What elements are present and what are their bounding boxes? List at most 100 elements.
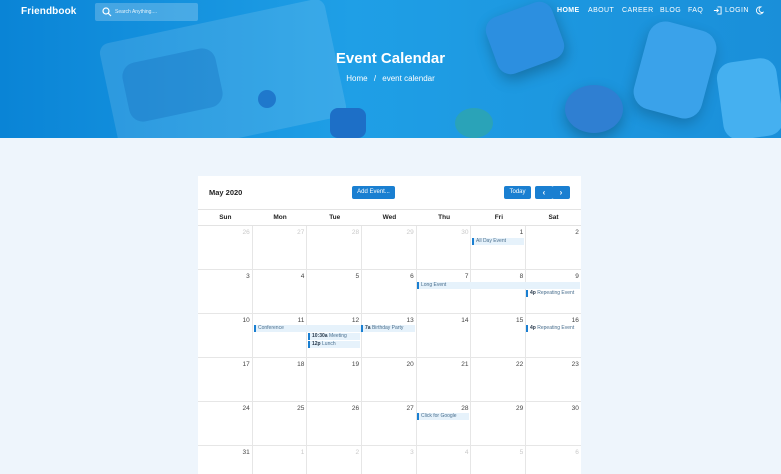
- day-cell[interactable]: 28: [417, 402, 472, 446]
- day-cell[interactable]: 28: [307, 226, 363, 270]
- login-icon[interactable]: [713, 6, 722, 15]
- day-cell[interactable]: 1: [253, 446, 308, 474]
- day-cell[interactable]: 3: [198, 270, 253, 314]
- day-number: 15: [515, 317, 524, 324]
- add-event-button[interactable]: Add Event...: [352, 186, 395, 199]
- day-number: 8: [519, 273, 524, 280]
- calendar-grid: Sun Mon Tue Wed Thu Fri Sat 26 27 28 29 …: [198, 209, 581, 474]
- day-cell[interactable]: 6: [362, 270, 417, 314]
- hero-decoration: [714, 56, 781, 138]
- day-cell[interactable]: 16: [526, 314, 581, 358]
- day-number: 30: [461, 229, 469, 236]
- day-cell[interactable]: 22: [472, 358, 527, 402]
- day-number: 19: [351, 361, 360, 368]
- calendar-card: May 2020 Add Event... Today ‹ › Sun Mon …: [198, 176, 581, 474]
- day-number: 28: [461, 405, 469, 412]
- weekday-label: Sun: [219, 214, 232, 221]
- day-number: 24: [242, 405, 250, 412]
- day-cell[interactable]: 4: [253, 270, 308, 314]
- hero-decoration: [258, 90, 276, 108]
- day-cell[interactable]: 13: [362, 314, 417, 358]
- day-cell[interactable]: 2: [526, 226, 581, 270]
- event-time: 12p: [312, 341, 321, 347]
- event-meeting[interactable]: 10:30a Meeting: [308, 333, 360, 340]
- hero-decoration: [330, 108, 366, 138]
- event-long[interactable]: Long Event: [417, 282, 580, 289]
- day-number: 20: [406, 361, 414, 368]
- nav-home[interactable]: HOME: [557, 7, 580, 14]
- event-google-link[interactable]: Click for Google: [417, 413, 469, 420]
- day-cell[interactable]: 3: [362, 446, 417, 474]
- day-cell[interactable]: 21: [417, 358, 472, 402]
- search-input[interactable]: [115, 5, 195, 19]
- calendar-week: 3 4 5 6 7 8 9 Long Event 4p Repeating Ev…: [198, 270, 581, 314]
- event-time: 10:30a: [312, 333, 328, 339]
- day-cell[interactable]: 5: [472, 446, 527, 474]
- day-cell[interactable]: 24: [198, 402, 253, 446]
- day-number: 27: [406, 405, 414, 412]
- weekday-label: Sat: [548, 214, 559, 221]
- event-birthday[interactable]: 7a Birthday Party: [361, 325, 415, 332]
- event-all-day[interactable]: All Day Event: [472, 238, 524, 245]
- day-number: 21: [461, 361, 469, 368]
- day-cell[interactable]: 19: [307, 358, 363, 402]
- day-cell[interactable]: 7: [417, 270, 472, 314]
- day-cell[interactable]: 14: [417, 314, 472, 358]
- day-number: 16: [571, 317, 579, 324]
- day-cell[interactable]: 30: [417, 226, 472, 270]
- day-number: 5: [519, 449, 524, 456]
- day-cell[interactable]: 30: [526, 402, 581, 446]
- day-number: 4: [300, 273, 305, 280]
- day-cell[interactable]: 20: [362, 358, 417, 402]
- day-cell[interactable]: 10: [198, 314, 253, 358]
- logo[interactable]: Friendbook: [21, 6, 76, 17]
- event-time: 7a: [365, 325, 371, 331]
- prev-month-button[interactable]: ‹: [535, 186, 553, 199]
- search-box[interactable]: [95, 3, 198, 21]
- calendar-week: 26 27 28 29 30 1 2 All Day Event: [198, 226, 581, 270]
- breadcrumb-home[interactable]: Home: [346, 74, 367, 83]
- day-cell[interactable]: 5: [307, 270, 363, 314]
- nav-career[interactable]: CAREER: [622, 7, 654, 14]
- day-number: 9: [575, 273, 579, 280]
- event-conference[interactable]: Conference: [254, 325, 361, 332]
- day-cell[interactable]: 27: [362, 402, 417, 446]
- day-cell[interactable]: 29: [472, 402, 527, 446]
- day-cell[interactable]: 23: [526, 358, 581, 402]
- day-cell[interactable]: 6: [526, 446, 581, 474]
- day-cell[interactable]: 26: [198, 226, 253, 270]
- moon-icon[interactable]: [755, 6, 764, 15]
- event-lunch[interactable]: 12p Lunch: [308, 341, 360, 348]
- next-month-button[interactable]: ›: [552, 186, 570, 199]
- day-cell[interactable]: 17: [198, 358, 253, 402]
- nav-login[interactable]: LOGIN: [725, 7, 749, 14]
- event-repeating[interactable]: 4p Repeating Event: [526, 325, 581, 332]
- day-cell[interactable]: 15: [472, 314, 527, 358]
- nav-faq[interactable]: FAQ: [688, 7, 703, 14]
- hero-decoration: [629, 17, 721, 123]
- day-cell[interactable]: 2: [307, 446, 363, 474]
- day-cell[interactable]: 27: [253, 226, 308, 270]
- nav-about[interactable]: ABOUT: [588, 7, 614, 14]
- event-title: Repeating Event: [537, 290, 575, 296]
- event-repeating[interactable]: 4p Repeating Event: [526, 290, 581, 297]
- day-cell[interactable]: 4: [417, 446, 472, 474]
- day-cell[interactable]: 26: [307, 402, 363, 446]
- calendar-week: 10 11 12 13 14 15 16 Conference 7a Birth…: [198, 314, 581, 358]
- today-button[interactable]: Today: [504, 186, 531, 199]
- day-number: 17: [242, 361, 250, 368]
- day-cell[interactable]: 18: [253, 358, 308, 402]
- day-number: 6: [410, 273, 414, 280]
- day-cell[interactable]: 31: [198, 446, 253, 474]
- hero-decoration: [565, 85, 623, 133]
- day-cell[interactable]: 25: [253, 402, 308, 446]
- day-number: 2: [575, 229, 579, 236]
- nav-blog[interactable]: BLOG: [660, 7, 681, 14]
- breadcrumb-current: event calendar: [382, 74, 435, 83]
- day-number: 10: [242, 317, 250, 324]
- day-cell[interactable]: 1: [472, 226, 527, 270]
- day-cell[interactable]: 29: [362, 226, 417, 270]
- breadcrumb: Home / event calendar: [0, 74, 781, 83]
- day-cell[interactable]: 11: [253, 314, 308, 358]
- day-cell[interactable]: 8: [472, 270, 527, 314]
